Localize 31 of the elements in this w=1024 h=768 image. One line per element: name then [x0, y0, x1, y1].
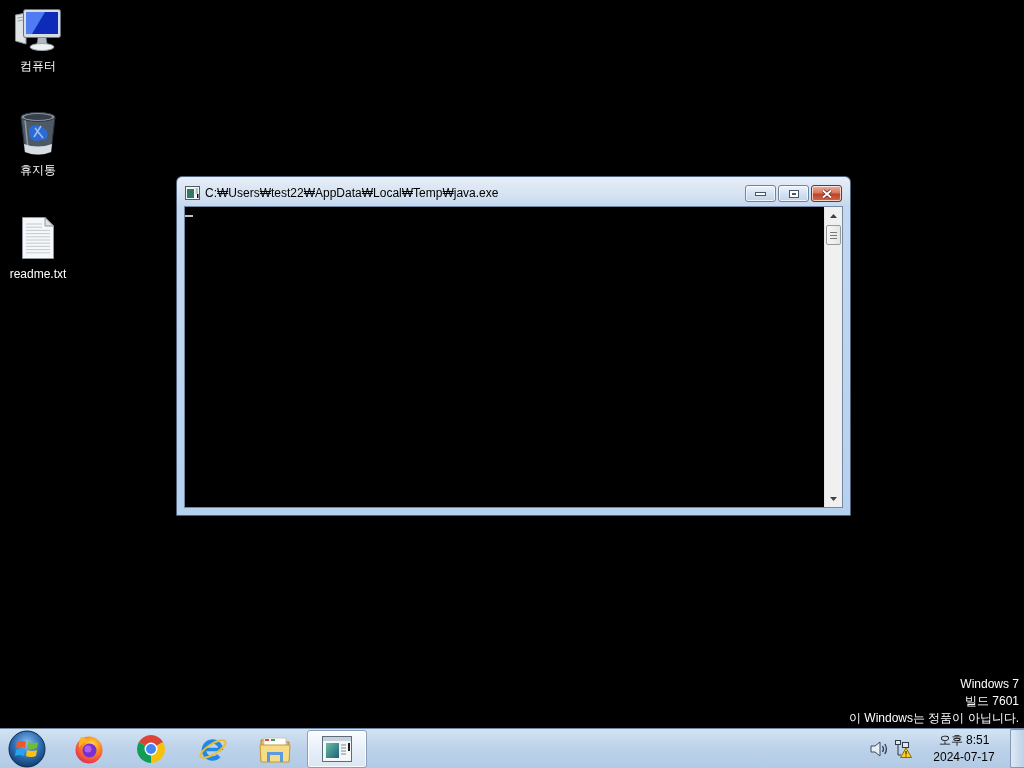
- flag-orb-icon: [8, 729, 46, 768]
- maximize-icon: [788, 189, 799, 198]
- network-warning-icon[interactable]: [894, 739, 912, 758]
- notice-text: Windows 7: [960, 676, 1019, 693]
- maximize-button[interactable]: [778, 185, 809, 202]
- folder-icon[interactable]: [259, 734, 291, 763]
- desktop-icon-label[interactable]: 휴지통: [20, 162, 56, 178]
- down-arrow-icon: [830, 496, 837, 501]
- speaker-icon[interactable]: [870, 740, 888, 757]
- clock-button[interactable]: 오후 8:51 2024-07-17: [928, 731, 1000, 766]
- tricolor-circle-icon[interactable]: [136, 733, 166, 764]
- console-window-icon[interactable]: [322, 735, 352, 762]
- trash-can-icon[interactable]: [19, 111, 57, 157]
- notice-text: 이 Windows는 정품이 아닙니다.: [849, 710, 1019, 727]
- window-title: C:₩Users₩test22₩AppData₩Local₩Temp₩java.exe: [205, 186, 500, 200]
- document-icon[interactable]: [21, 216, 55, 260]
- text-cursor: [185, 215, 193, 217]
- notice-text: 빌드 7601: [964, 693, 1019, 710]
- console-window-icon[interactable]: [185, 186, 200, 200]
- desktop-icon-label[interactable]: 컴퓨터: [20, 58, 56, 74]
- minimize-button[interactable]: [745, 185, 776, 202]
- up-arrow-icon: [830, 213, 837, 218]
- desktop-icon-label[interactable]: readme.txt: [9, 266, 67, 282]
- scrollbar-thumb[interactable]: [826, 225, 841, 245]
- computer-icon[interactable]: [15, 9, 61, 51]
- close-button[interactable]: [811, 185, 842, 202]
- minimize-icon: [755, 191, 766, 196]
- close-icon: [820, 188, 833, 199]
- taskbar-button[interactable]: [307, 729, 367, 768]
- vertical-scrollbar[interactable]: [824, 207, 842, 507]
- grip-icon: [830, 231, 837, 239]
